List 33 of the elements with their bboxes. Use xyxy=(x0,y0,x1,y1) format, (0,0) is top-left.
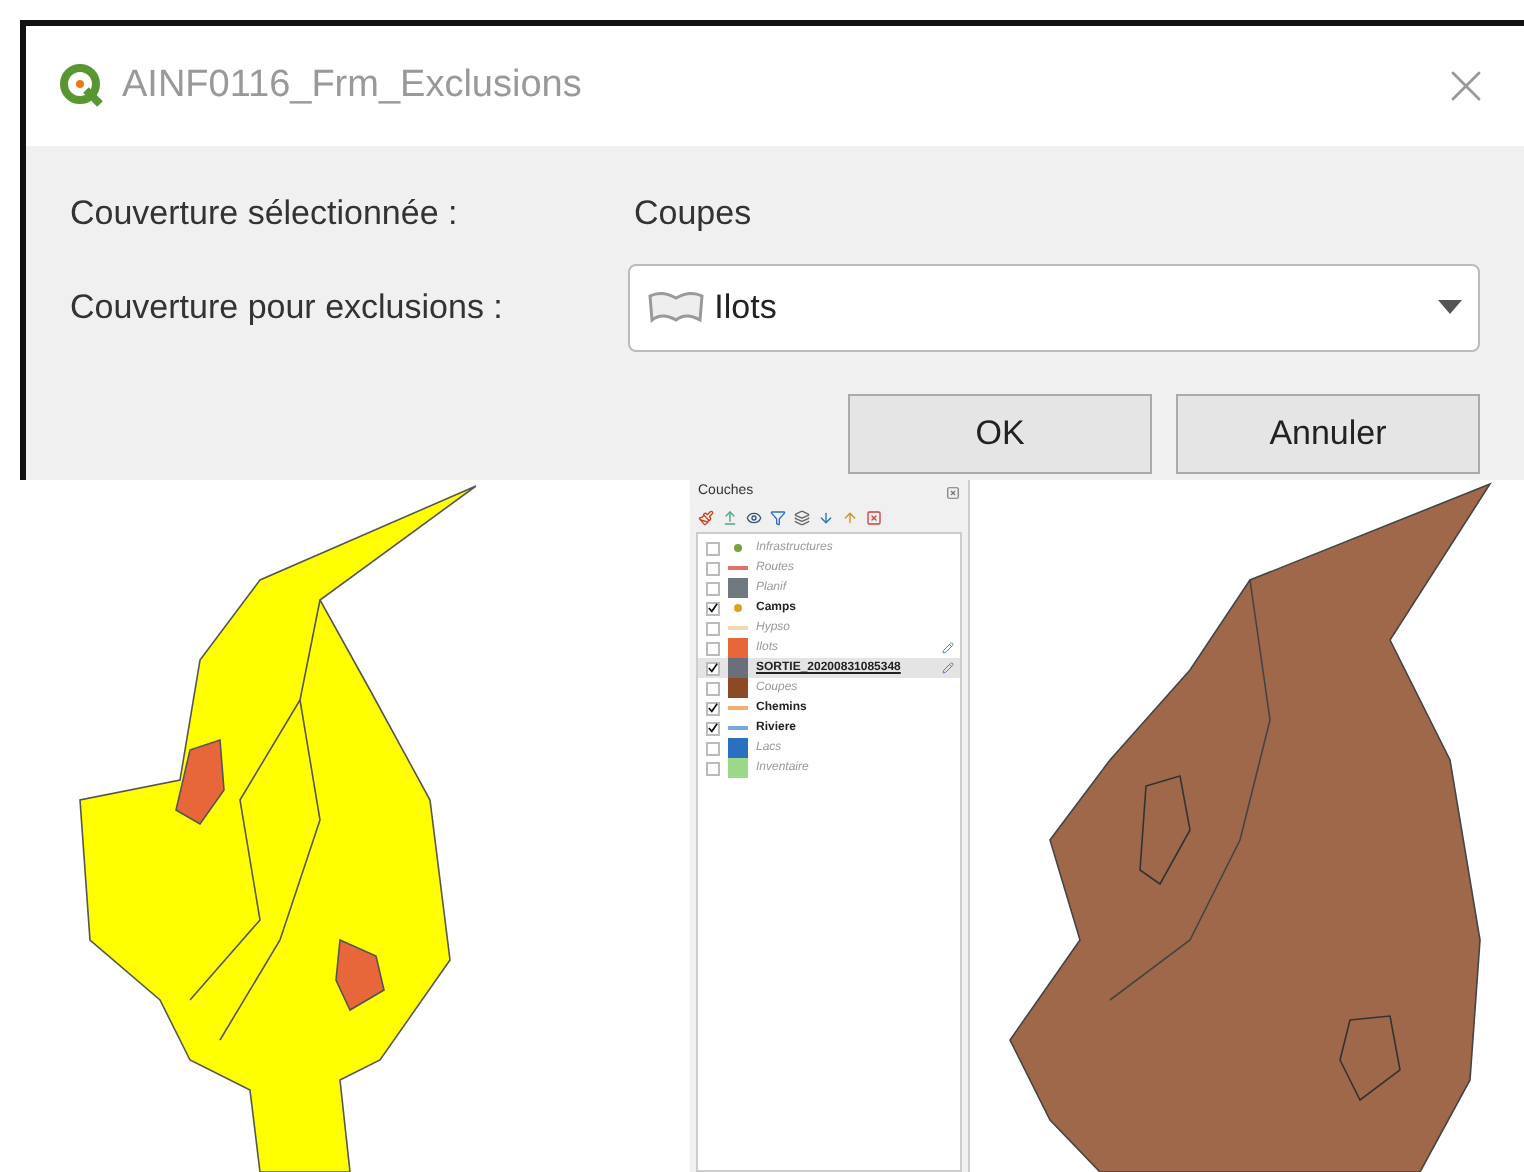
caret-icon xyxy=(1438,300,1462,316)
eye-icon[interactable] xyxy=(746,510,762,526)
polygon-icon xyxy=(646,288,707,328)
layer-checkbox[interactable] xyxy=(706,561,720,575)
field-label: Couverture sélectionnée : xyxy=(70,192,460,237)
layer-checkbox[interactable] xyxy=(706,741,720,755)
brush-icon[interactable] xyxy=(698,510,714,526)
filter-icon[interactable] xyxy=(770,510,786,526)
edit-indicator-icon[interactable] xyxy=(942,662,954,674)
layer-checkbox[interactable] xyxy=(706,621,720,635)
layer-checkbox[interactable] xyxy=(706,761,720,775)
field-value: Coupes xyxy=(634,192,752,237)
layer-checkbox[interactable] xyxy=(706,641,720,655)
layers-icon[interactable] xyxy=(794,510,810,526)
window-title: AINF0116_Frm_Exclusions xyxy=(122,61,584,110)
remove-icon[interactable] xyxy=(866,510,882,526)
down-arrow-icon[interactable] xyxy=(818,510,834,526)
dialog-button[interactable]: Annuler xyxy=(1176,394,1480,474)
layer-checkbox[interactable] xyxy=(706,601,720,615)
field-label: Couverture pour exclusions : xyxy=(70,286,505,331)
layer-checkbox[interactable] xyxy=(706,581,720,595)
layer-checkbox[interactable] xyxy=(706,681,720,695)
layer-checkbox[interactable] xyxy=(706,541,720,555)
layer-checkbox[interactable] xyxy=(706,701,720,715)
up-arrow-icon[interactable] xyxy=(842,510,858,526)
panel-close-icon[interactable] xyxy=(946,485,960,499)
layer-checkbox[interactable] xyxy=(706,661,720,675)
layer-checkbox[interactable] xyxy=(706,721,720,735)
app-logo-icon xyxy=(58,62,106,110)
dialog-button[interactable]: OK xyxy=(848,394,1152,474)
layer-dropdown[interactable]: Ilots xyxy=(628,264,1480,352)
edit-indicator-icon[interactable] xyxy=(942,642,954,654)
upload-icon[interactable] xyxy=(722,510,738,526)
